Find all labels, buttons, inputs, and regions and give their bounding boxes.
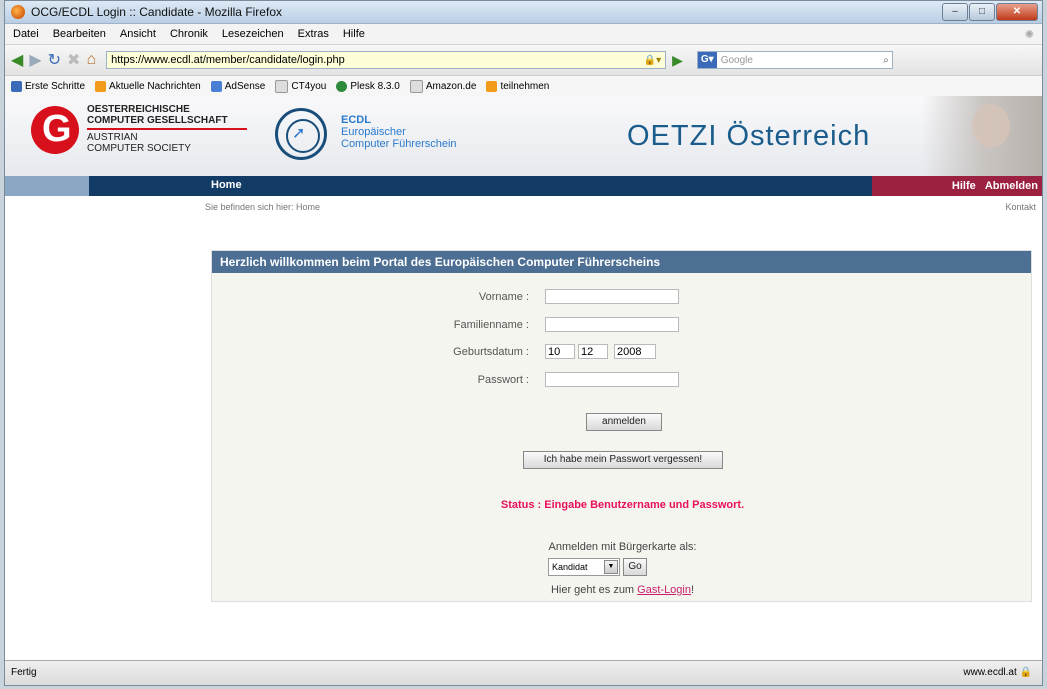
close-button[interactable]: ✕ [996,3,1038,21]
ocg-logo-text: OESTERREICHISCHE COMPUTER GESELLSCHAFT A… [87,104,247,154]
url-bar[interactable]: https://www.ecdl.at/member/candidate/log… [106,51,667,69]
familienname-row: Familienname : [212,317,1033,335]
home-icon[interactable]: ⌂ [86,51,96,69]
geburtsdatum-row: Geburtsdatum : [212,344,1033,362]
role-select[interactable]: Kandidat ▼ [548,558,620,576]
firefox-icon [11,5,25,19]
menu-datei[interactable]: Datei [13,28,39,40]
status-message: Status : Eingabe Benutzername und Passwo… [500,499,745,511]
menu-bar: Datei Bearbeiten Ansicht Chronik Lesezei… [5,24,1042,45]
google-icon[interactable]: G▾ [697,52,717,68]
geburtsdatum-label: Geburtsdatum : [453,346,529,358]
birth-month-field[interactable] [578,344,608,359]
nav-abmelden-link[interactable]: Abmelden [985,180,1038,192]
nav-hilfe-link[interactable]: Hilfe [952,180,976,192]
throbber-icon: ✺ [1024,28,1034,41]
guest-prefix: Hier geht es zum [550,584,635,596]
ocg-logo-icon [31,106,79,154]
breadcrumb-text: Sie befinden sich hier: Home [205,202,321,212]
birth-day-field[interactable] [545,344,575,359]
bookmarks-toolbar: Erste Schritte Aktuelle Nachrichten AdSe… [5,76,1042,97]
go-button[interactable]: Go [623,558,647,576]
header-photo [922,96,1042,176]
ecdl-logo-icon [275,108,327,160]
bookmark-plesk[interactable]: Plesk 8.3.0 [336,80,400,92]
chevron-down-icon[interactable]: ▼ [604,560,618,574]
web-page: OESTERREICHISCHE COMPUTER GESELLSCHAFT A… [5,96,1042,662]
window-title: OCG/ECDL Login :: Candidate - Mozilla Fi… [31,5,282,19]
familienname-field[interactable] [545,317,679,332]
familienname-label: Familienname : [453,319,529,331]
status-text: Fertig [11,667,37,678]
maximize-button[interactable]: □ [969,3,995,21]
passwort-label: Passwort : [477,374,529,386]
kontakt-link[interactable]: Kontakt [1005,202,1036,212]
site-title: OETZI Österreich [627,120,871,152]
bookmark-amazon[interactable]: Amazon.de [409,79,476,93]
window-controls: ‒ □ ✕ [942,3,1038,21]
ecdl-logo-text: ECDL Europäischer Computer Führerschein [341,114,457,150]
bookmark-adsense[interactable]: AdSense [210,80,265,92]
panel-heading: Herzlich willkommen beim Portal des Euro… [212,251,1031,273]
login-panel: Herzlich willkommen beim Portal des Euro… [211,250,1032,602]
status-bar: Fertig www.ecdl.at 🔒 [5,660,1042,685]
breadcrumb: Sie befinden sich hier: Home Kontakt [5,196,1042,218]
menu-hilfe[interactable]: Hilfe [343,28,365,40]
site-navigation: Home Hilfe Abmelden [5,176,1042,196]
reload-icon[interactable]: ↻ [48,50,61,70]
bookmark-erste-schritte[interactable]: Erste Schritte [11,80,85,92]
status-domain: www.ecdl.at 🔒 [963,667,1032,678]
forgot-password-button[interactable]: Ich habe mein Passwort vergessen! [523,451,723,469]
forward-icon[interactable]: ▶ [29,50,41,70]
nav-home-link[interactable]: Home [211,179,242,191]
passwort-field[interactable] [545,372,679,387]
search-icon[interactable]: ⌕ [883,55,889,66]
url-text: https://www.ecdl.at/member/candidate/log… [111,54,345,66]
minimize-button[interactable]: ‒ [942,3,968,21]
lock-icon[interactable]: 🔒 [1020,667,1032,678]
search-placeholder: Google [720,54,753,66]
bookmark-ct4you[interactable]: CT4you [275,79,326,93]
search-box[interactable]: G▾ Google ⌕ [696,51,893,69]
passwort-row: Passwort : [212,372,1033,390]
anmelden-button[interactable]: anmelden [586,413,662,431]
back-icon[interactable]: ◀ [11,50,23,70]
birth-year-field[interactable] [614,344,656,359]
menu-bearbeiten[interactable]: Bearbeiten [53,28,106,40]
stop-icon[interactable]: ✖ [67,50,80,70]
role-select-value: Kandidat [552,562,588,572]
menu-chronik[interactable]: Chronik [170,28,208,40]
vorname-label: Vorname : [478,291,529,303]
go-icon[interactable]: ▶ [672,52,683,69]
bookmark-aktuelle-nachrichten[interactable]: Aktuelle Nachrichten [95,80,201,92]
menu-extras[interactable]: Extras [298,28,329,40]
vorname-field[interactable] [545,289,679,304]
menu-ansicht[interactable]: Ansicht [120,28,156,40]
lock-icon[interactable]: 🔒▾ [644,55,661,66]
site-header: OESTERREICHISCHE COMPUTER GESELLSCHAFT A… [5,96,1042,176]
bookmark-teilnehmen[interactable]: teilnehmen [486,80,549,92]
vorname-row: Vorname : [212,289,1033,307]
menu-lesezeichen[interactable]: Lesezeichen [222,28,284,40]
guest-suffix: ! [690,584,695,596]
guest-login-line: Hier geht es zum Gast-Login! [212,584,1033,596]
navigation-toolbar: ◀ ▶ ↻ ✖ ⌂ https://www.ecdl.at/member/can… [5,45,1042,76]
guest-login-link[interactable]: Gast-Login [637,584,691,596]
browser-window: OCG/ECDL Login :: Candidate - Mozilla Fi… [4,0,1043,686]
title-bar: OCG/ECDL Login :: Candidate - Mozilla Fi… [5,1,1042,24]
buergerkarte-label: Anmelden mit Bürgerkarte als: [548,541,697,553]
